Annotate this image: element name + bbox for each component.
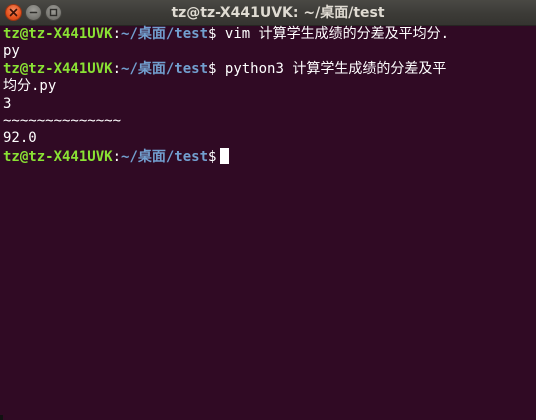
terminal-window: tz@tz-X441UVK: ~/桌面/test tz@tz-X441UVK:~… (0, 0, 536, 420)
terminal-line: 3 (3, 96, 533, 113)
terminal-line: 92.0 (3, 130, 533, 147)
window-corner (0, 415, 3, 420)
prompt-path: ~/桌面/test (121, 60, 209, 77)
terminal-line: tz@tz-X441UVK:~/桌面/test$ python3 计算学生成绩的… (3, 61, 533, 78)
window-title: tz@tz-X441UVK: ~/桌面/test (171, 5, 385, 21)
output-text: 92.0 (3, 130, 37, 147)
terminal-line: ~~~~~~~~~~~~~~ (3, 113, 533, 130)
prompt-user: tz@tz-X441UVK (3, 26, 113, 42)
terminal-output[interactable]: tz@tz-X441UVK:~/桌面/test$ vim 计算学生成绩的分差及平… (3, 26, 533, 416)
output-text: ~~~~~~~~~~~~~~ (3, 112, 122, 129)
text-cursor (220, 147, 230, 164)
prompt-user: tz@tz-X441UVK (3, 60, 113, 77)
terminal-line: tz@tz-X441UVK:~/桌面/test$ vim 计算学生成绩的分差及平… (3, 26, 533, 43)
prompt-symbol: $ (208, 26, 225, 42)
terminal-line: py (3, 43, 533, 60)
title-bar[interactable]: tz@tz-X441UVK: ~/桌面/test (0, 0, 536, 26)
prompt-path: ~/桌面/test (121, 148, 209, 165)
prompt-colon: : (112, 148, 122, 165)
terminal-line: tz@tz-X441UVK:~/桌面/test$ (3, 147, 533, 165)
prompt-colon: : (112, 26, 122, 42)
prompt-colon: : (112, 60, 122, 77)
command-text: python3 计算学生成绩的分差及平 (224, 60, 447, 77)
prompt-user: tz@tz-X441UVK (3, 148, 113, 165)
terminal-line: 均分.py (3, 78, 533, 95)
output-text: 均分.py (3, 78, 57, 95)
output-text: 3 (3, 95, 12, 112)
prompt-path: ~/桌面/test (121, 26, 209, 42)
output-text: py (3, 43, 20, 60)
prompt-symbol: $ (208, 148, 217, 165)
prompt-symbol: $ (208, 60, 225, 77)
command-text: vim 计算学生成绩的分差及平均分. (224, 26, 450, 42)
